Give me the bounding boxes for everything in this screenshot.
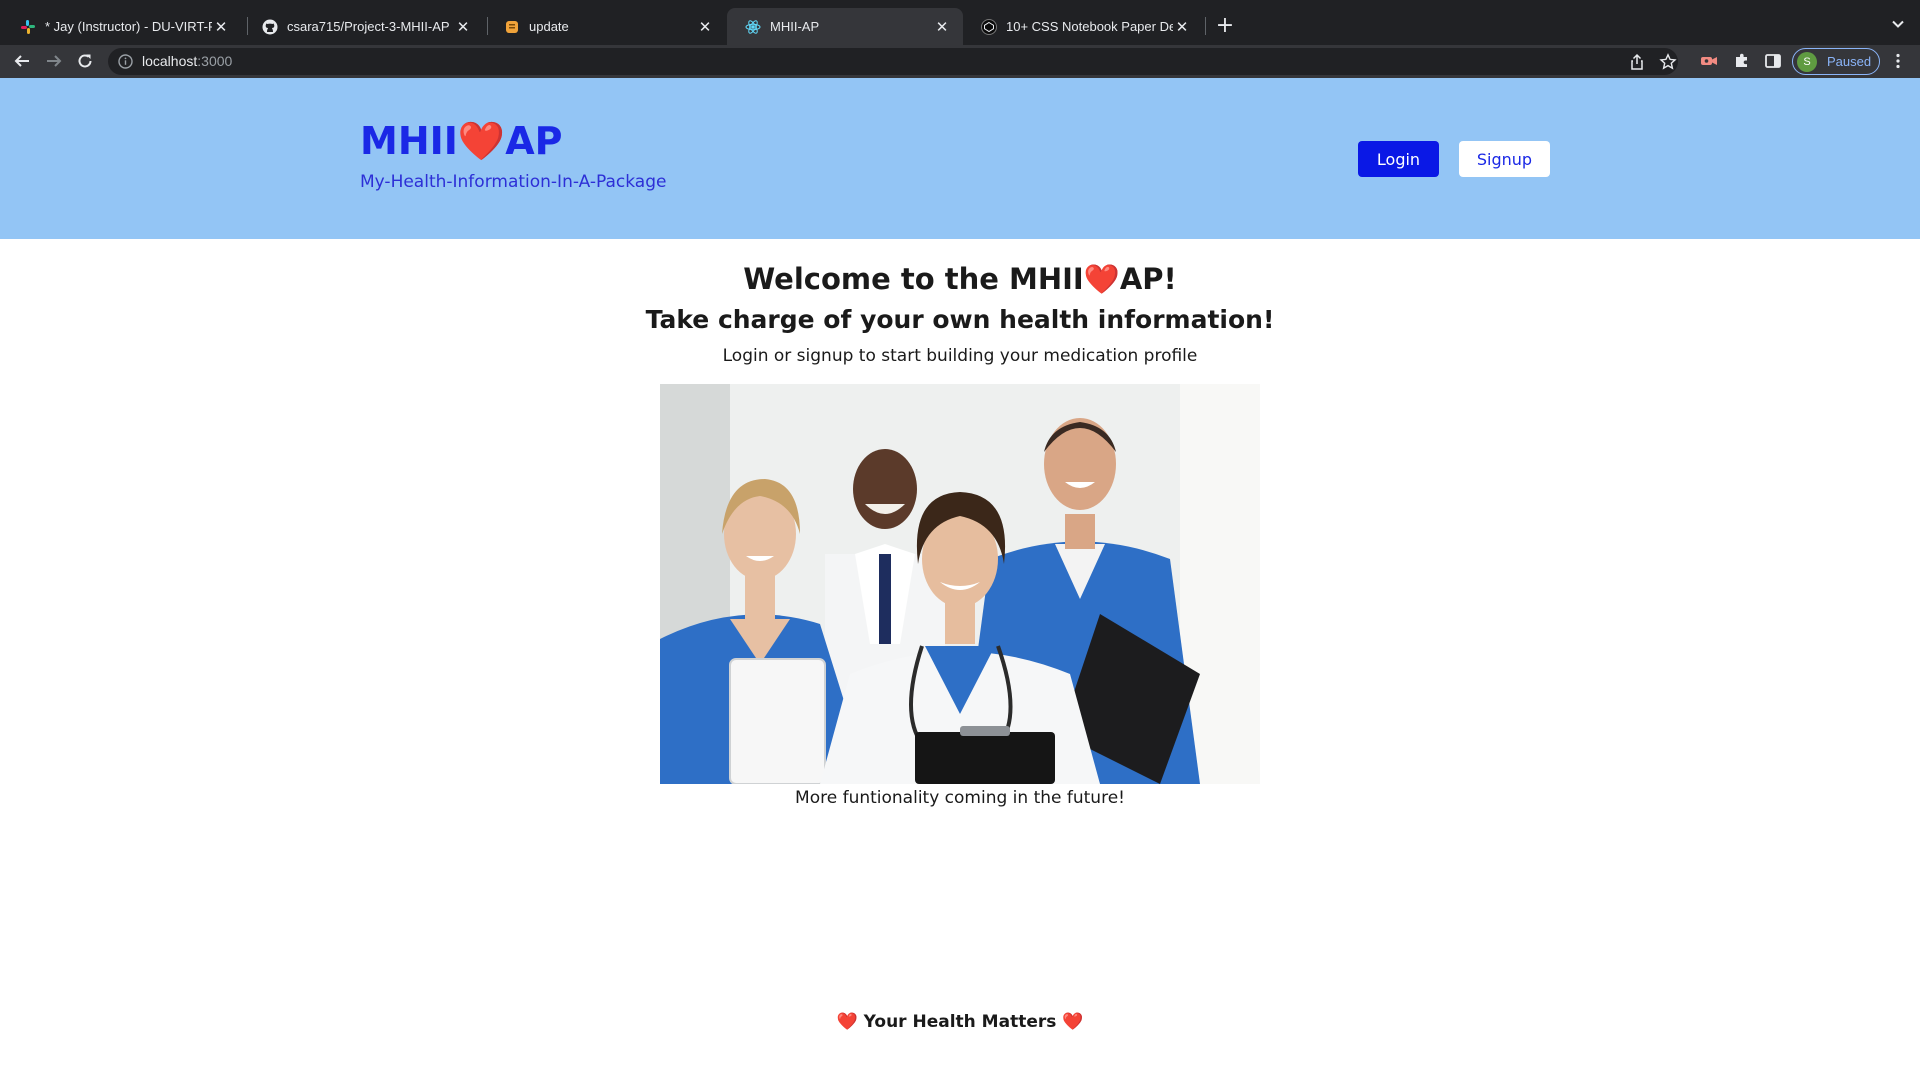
- avatar: S: [1797, 51, 1817, 72]
- medical-team-photo: [660, 384, 1260, 784]
- site-footer: ❤️ Your Health Matters ❤️: [0, 1012, 1920, 1032]
- slack-icon: [20, 19, 36, 35]
- brand-tagline: My-Health-Information-In-A-Package: [360, 172, 667, 192]
- tab-close-icon[interactable]: ✕: [696, 18, 714, 36]
- browser-tab[interactable]: csara715/Project-3-MHII-AP ✕: [244, 8, 484, 45]
- signup-button[interactable]: Signup: [1459, 141, 1550, 177]
- tab-close-icon[interactable]: ✕: [212, 18, 230, 36]
- browser-toolbar: localhost:3000 S Paused: [0, 45, 1920, 78]
- tab-title: 10+ CSS Notebook Paper Designs: [1006, 19, 1173, 34]
- brand-logo[interactable]: MHII❤️AP: [360, 122, 563, 160]
- login-button[interactable]: Login: [1358, 141, 1439, 177]
- tab-close-icon[interactable]: ✕: [1173, 18, 1191, 36]
- new-tab-button[interactable]: +: [1213, 8, 1237, 42]
- chevron-down-icon[interactable]: [1888, 14, 1908, 34]
- footer-text: Your Health Matters: [863, 1012, 1057, 1032]
- screen-recorder-extension-icon[interactable]: [1699, 51, 1719, 71]
- github-icon: [262, 19, 278, 35]
- reload-icon[interactable]: [73, 49, 97, 73]
- welcome-suffix: AP!: [1119, 262, 1177, 296]
- profile-button[interactable]: S Paused: [1792, 48, 1880, 75]
- url-host: localhost: [142, 53, 198, 69]
- url-text: localhost:3000: [142, 53, 232, 69]
- welcome-heading: Welcome to the MHII❤️AP!: [0, 262, 1920, 297]
- star-icon[interactable]: [1659, 53, 1677, 71]
- heart-icon: ❤️: [836, 1012, 858, 1032]
- subheading: Take charge of your own health informati…: [645, 305, 1275, 334]
- side-panel-icon[interactable]: [1763, 51, 1783, 71]
- browser-tab[interactable]: * Jay (Instructor) - DU-VIRT-FSF ✕: [2, 8, 242, 45]
- back-arrow-icon[interactable]: [10, 49, 34, 73]
- heart-icon: ❤️: [1062, 1012, 1084, 1032]
- info-icon[interactable]: [118, 54, 133, 69]
- heart-icon: ❤️: [1083, 262, 1120, 296]
- welcome-prefix: Welcome to the MHII: [743, 262, 1084, 296]
- address-bar[interactable]: localhost:3000: [108, 48, 1678, 75]
- browser-tab[interactable]: update ✕: [486, 8, 726, 45]
- extensions-puzzle-icon[interactable]: [1732, 51, 1752, 71]
- tab-title: MHII-AP: [770, 19, 820, 34]
- browser-tab[interactable]: 10+ CSS Notebook Paper Designs ✕: [963, 8, 1203, 45]
- url-port: :3000: [197, 53, 233, 69]
- document-icon: [504, 19, 520, 35]
- tab-title: * Jay (Instructor) - DU-VIRT-FSF: [45, 19, 212, 34]
- react-icon: [745, 19, 761, 35]
- site-header: MHII❤️AP My-Health-Information-In-A-Pack…: [0, 78, 1920, 239]
- tab-title: update: [529, 19, 569, 34]
- caption-text: More funtionality coming in the future!: [795, 788, 1125, 808]
- tab-divider: [1205, 17, 1206, 35]
- tab-close-icon[interactable]: ✕: [933, 18, 951, 36]
- cta-text: Login or signup to start building your m…: [722, 346, 1198, 366]
- profile-status: Paused: [1827, 54, 1872, 69]
- browser-tab-strip: * Jay (Instructor) - DU-VIRT-FSF ✕ csara…: [0, 0, 1920, 45]
- brand-prefix: MHII: [360, 119, 458, 163]
- more-menu-icon[interactable]: [1888, 51, 1908, 71]
- heart-icon: ❤️: [457, 119, 506, 163]
- brand-suffix: AP: [505, 119, 563, 163]
- codepen-icon: [981, 18, 997, 35]
- tab-close-icon[interactable]: ✕: [454, 18, 472, 36]
- forward-arrow-icon[interactable]: [42, 49, 66, 73]
- share-icon[interactable]: [1628, 53, 1646, 71]
- medical-team-illustration: [660, 384, 1260, 784]
- browser-tab-active[interactable]: MHII-AP ✕: [727, 8, 963, 45]
- tab-title: csara715/Project-3-MHII-AP: [287, 19, 450, 34]
